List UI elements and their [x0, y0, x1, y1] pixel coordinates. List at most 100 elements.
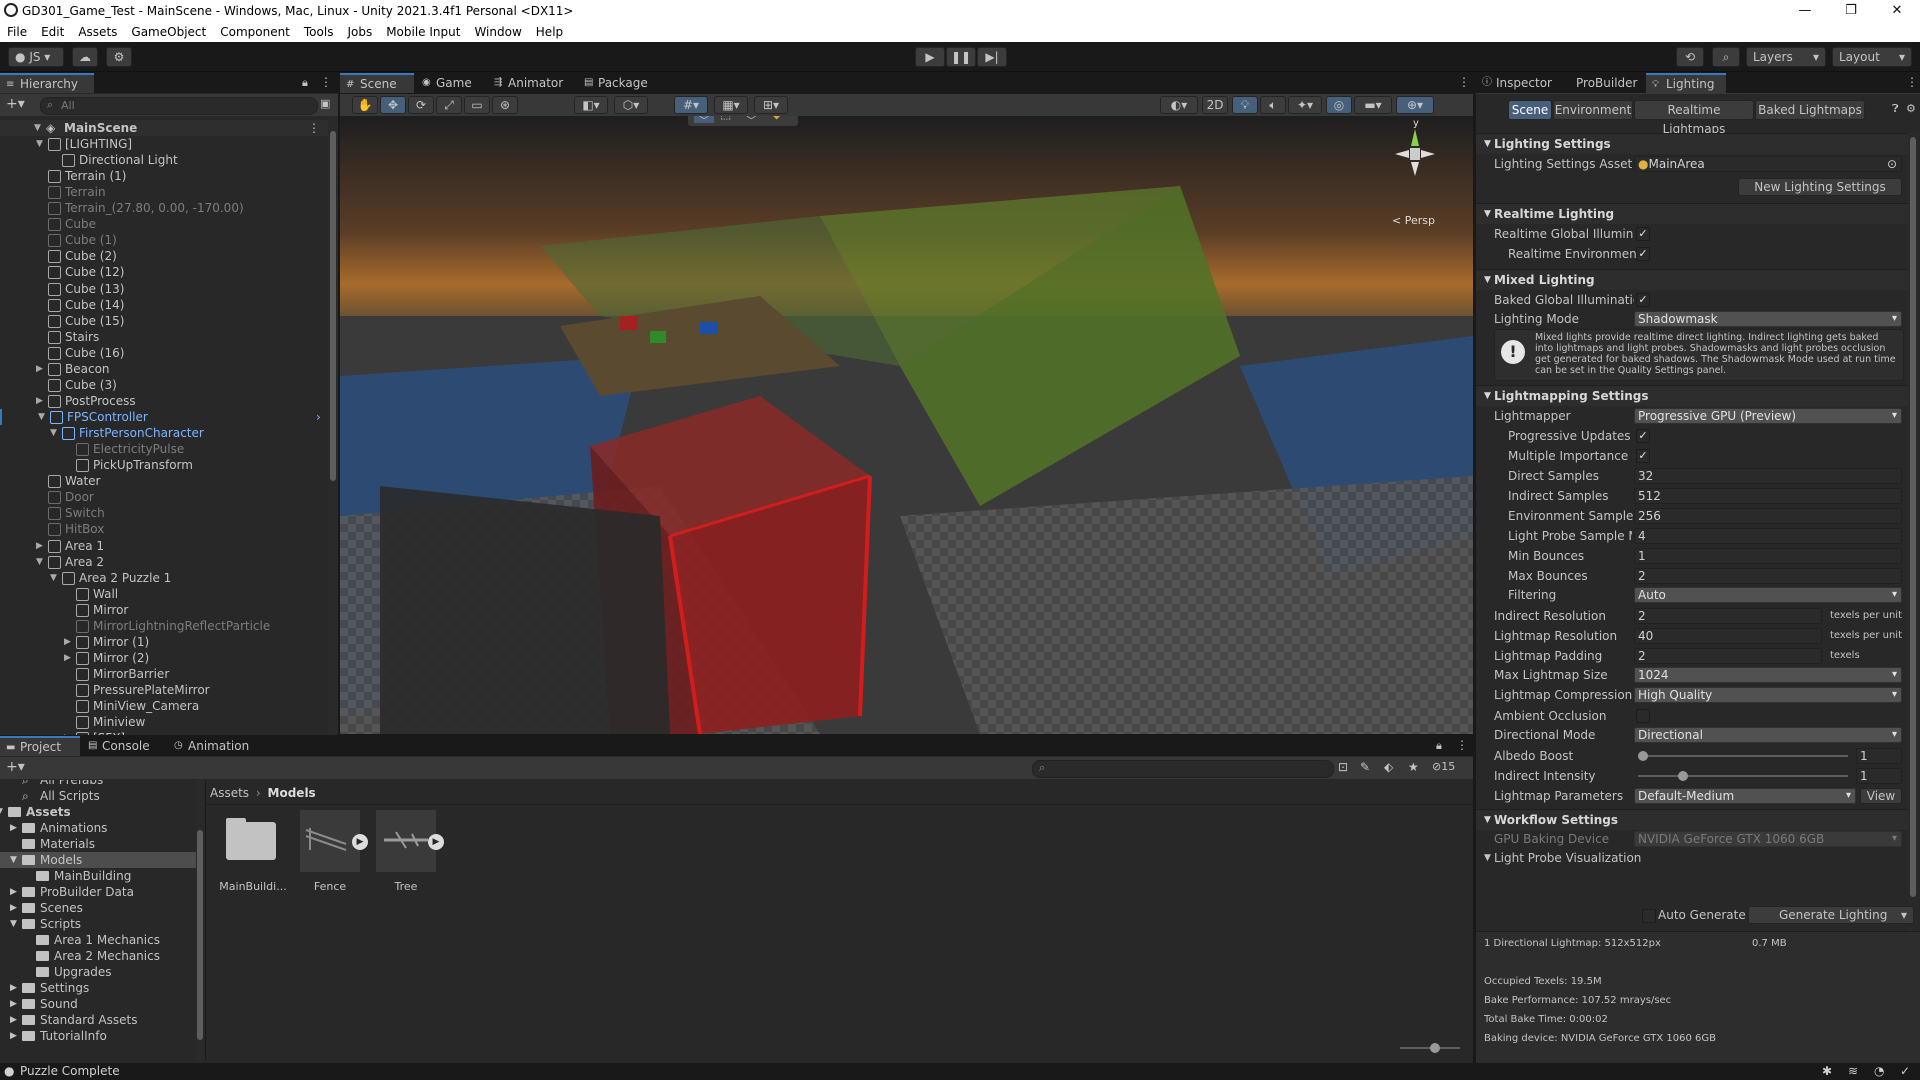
hierarchy-search-input[interactable]: ⌕ All — [40, 97, 318, 115]
section-workflow-settings[interactable]: ▼ Workflow Settings — [1476, 809, 1908, 830]
progress-icon[interactable]: ◔ — [1874, 1063, 1884, 1080]
tab-scene[interactable]: # Scene — [340, 73, 414, 93]
hierarchy-item[interactable]: PickUpTransform — [0, 457, 328, 473]
environment-samples-field[interactable]: 256 — [1634, 508, 1902, 524]
expand-arrow-icon[interactable]: ▼ — [10, 852, 17, 868]
expand-arrow-icon[interactable]: ▼ — [34, 120, 41, 136]
lighting-settings-asset-field[interactable]: ●MainArea ⊙ — [1634, 156, 1902, 172]
step-button[interactable]: ▶| — [977, 47, 1007, 67]
hierarchy-item[interactable]: Cube (16) — [0, 345, 328, 361]
camera-dropdown[interactable]: ▬▾ — [1354, 96, 1392, 114]
hierarchy-item[interactable]: ▶ PostProcess — [0, 393, 328, 409]
menu-tools[interactable]: Tools — [297, 22, 341, 39]
indirect-samples-field[interactable]: 512 — [1634, 488, 1902, 504]
multiple-importance-checkbox[interactable]: ✓ — [1636, 449, 1650, 463]
project-tree-item[interactable]: ⌕ All Prefabs — [0, 780, 196, 788]
tab-package-manager[interactable]: ▤Package Manager — [578, 73, 708, 110]
project-tree-item[interactable]: ▼ Models — [0, 852, 196, 868]
baked-gi-checkbox[interactable]: ✓ — [1636, 293, 1650, 307]
lighting-toggle-icon[interactable]: 💡︎ — [1232, 96, 1258, 114]
scrollbar-thumb[interactable] — [330, 131, 336, 481]
slider-knob[interactable] — [1638, 751, 1648, 761]
asset-folder-mainbuilding[interactable]: MainBuildi... — [219, 810, 292, 896]
hierarchy-item[interactable]: Miniview — [0, 714, 328, 730]
project-tree-item[interactable]: ⌕ All Scripts — [0, 788, 196, 804]
expand-arrow-icon[interactable]: ▼ — [38, 409, 45, 425]
project-tree-item[interactable]: ▼ Scripts — [0, 916, 196, 932]
indirect-intensity-slider[interactable] — [1638, 771, 1848, 781]
hierarchy-item[interactable]: ▶ Area 1 — [0, 538, 328, 554]
grid-snap-dropdown[interactable]: #▾ — [674, 96, 708, 114]
thumbnail-size-slider[interactable] — [1400, 1043, 1460, 1053]
hierarchy-item[interactable]: ▼ Area 2 — [0, 554, 328, 570]
project-tree-item[interactable]: ▶ Scenes — [0, 900, 196, 916]
lock-icon[interactable]: 🔒︎ — [302, 76, 308, 90]
expand-arrow-icon[interactable]: ▼ — [50, 570, 57, 586]
view-button[interactable]: View — [1860, 788, 1902, 804]
add-icon[interactable]: +▾ — [6, 759, 25, 775]
hierarchy-item[interactable]: ▶ Beacon — [0, 361, 328, 377]
object-mode-icon[interactable]: ⬡ — [694, 116, 714, 123]
tab-inspector[interactable]: ⓘ Inspector — [1476, 73, 1564, 93]
hierarchy-item[interactable]: MirrorLightningReflectParticle — [0, 618, 328, 634]
hierarchy-item[interactable]: Cube (3) — [0, 377, 328, 393]
add-icon[interactable]: +▾ — [6, 96, 25, 112]
direct-samples-field[interactable]: 32 — [1634, 468, 1902, 484]
hierarchy-item[interactable]: ▶ [SFX] — [0, 730, 328, 735]
search-icon[interactable]: ⌕ — [1712, 47, 1740, 67]
project-tree-item[interactable]: ▶ Settings — [0, 980, 196, 996]
pause-button[interactable]: ❚❚ — [946, 47, 976, 67]
collapse-arrow-icon[interactable]: ▶ — [36, 393, 43, 409]
global-dropdown[interactable]: ⬡▾ — [614, 96, 648, 114]
menu-component[interactable]: Component — [213, 22, 297, 39]
search-by-type-icon[interactable]: ⊡ — [1338, 760, 1348, 774]
subtab-environment[interactable]: Environment — [1553, 100, 1633, 120]
max-lightmap-size-dropdown[interactable]: 1024 — [1634, 667, 1902, 683]
hierarchy-item[interactable]: Wall — [0, 586, 328, 602]
hierarchy-item[interactable]: Switch — [0, 505, 328, 521]
new-lighting-settings-button[interactable]: New Lighting Settings — [1738, 178, 1902, 196]
collapse-arrow-icon[interactable]: ▶ — [64, 650, 71, 666]
menu-gameobject[interactable]: GameObject — [124, 22, 213, 39]
expand-model-icon[interactable]: ▶ — [428, 834, 444, 850]
edge-mode-icon[interactable]: ⬡ — [746, 116, 756, 121]
layers-stack-icon[interactable]: ≋ — [1848, 1063, 1858, 1080]
tab-console[interactable]: ▤ Console — [82, 736, 162, 756]
menu-mobile-input[interactable]: Mobile Input — [379, 22, 467, 39]
project-tree-scrollbar[interactable] — [196, 780, 204, 1060]
hierarchy-item[interactable]: Cube (13) — [0, 281, 328, 297]
object-picker-icon[interactable]: ⊙ — [1887, 157, 1897, 171]
gizmo-axes[interactable] — [1385, 124, 1455, 184]
collapse-arrow-icon[interactable]: ▶ — [10, 1028, 17, 1044]
audio-toggle-icon[interactable]: 🔈︎ — [1260, 96, 1286, 114]
vertex-mode-icon[interactable]: ⬚ — [720, 116, 731, 121]
kebab-menu-icon[interactable]: ⋮ — [1906, 75, 1918, 89]
hierarchy-item[interactable]: MiniView_Camera — [0, 698, 328, 714]
expand-arrow-icon[interactable]: ▼ — [0, 804, 3, 820]
filtering-dropdown[interactable]: Auto — [1634, 587, 1902, 603]
collab-icon[interactable]: ⚙ — [106, 47, 132, 67]
scene-root-row[interactable]: ▼ ◈ MainScene ⋮ — [0, 120, 328, 136]
lock-icon[interactable]: 🔒︎ — [1436, 739, 1442, 753]
kebab-menu-icon[interactable]: ⋮ — [1458, 75, 1470, 89]
albedo-boost-field[interactable]: 1 — [1856, 748, 1902, 764]
asset-model-tree[interactable]: ▶ Tree — [374, 810, 444, 896]
hierarchy-item[interactable]: Cube (14) — [0, 297, 328, 313]
close-icon[interactable]: ✕ — [1874, 0, 1920, 22]
project-tree-item[interactable]: Area 2 Mechanics — [0, 948, 196, 964]
section-mixed-lighting[interactable]: ▼ Mixed Lighting — [1476, 269, 1908, 290]
orientation-gizmo[interactable]: y — [1385, 118, 1455, 194]
expand-model-icon[interactable]: ▶ — [352, 834, 368, 850]
hierarchy-item[interactable]: HitBox — [0, 521, 328, 537]
hierarchy-item[interactable]: Door — [0, 489, 328, 505]
albedo-boost-slider[interactable] — [1638, 751, 1848, 761]
hierarchy-scrollbar[interactable] — [328, 117, 338, 735]
directional-mode-dropdown[interactable]: Directional — [1634, 727, 1902, 743]
inspector-scrollbar[interactable] — [1908, 133, 1918, 963]
effects-dropdown[interactable]: ✦▾ — [1288, 96, 1322, 114]
project-tree-item[interactable]: ▶ TutorialInfo — [0, 1028, 196, 1044]
hidden-objects-icon[interactable]: ◎ — [1326, 96, 1352, 114]
favorite-star-icon[interactable]: ★ — [1408, 760, 1419, 774]
light-probe-vis-row[interactable]: ▼ Light Probe Visualization — [1476, 849, 1908, 867]
tab-probuilder[interactable]: ProBuilder — [1564, 73, 1644, 93]
